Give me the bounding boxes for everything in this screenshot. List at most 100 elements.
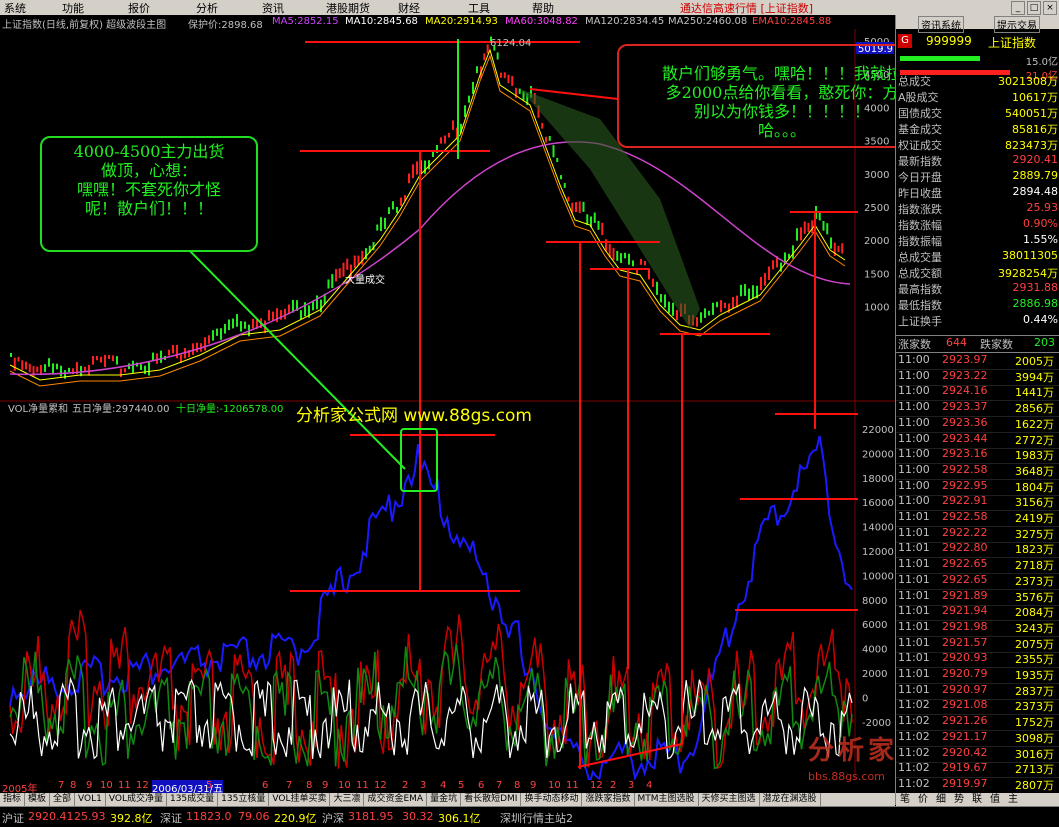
candle: [511, 75, 514, 86]
right-tab[interactable]: 主: [1004, 793, 1022, 806]
date-tick: 6: [262, 780, 269, 791]
tick-time: 11:01: [898, 541, 930, 555]
candle: [25, 361, 27, 370]
candle: [664, 294, 666, 308]
date-tick: 8: [306, 780, 313, 791]
stat-row: 指数振幅 1.55%: [896, 233, 1059, 249]
candle: [724, 302, 726, 309]
candle: [640, 258, 642, 265]
news-system-button[interactable]: 资讯系统: [918, 16, 964, 33]
right-tab[interactable]: 值: [986, 793, 1004, 806]
indicator-tab[interactable]: 指标: [0, 793, 26, 806]
tick-volume: 3648万: [1015, 464, 1054, 478]
stat-label: 总成交额: [898, 267, 942, 280]
date-tick: 12: [374, 780, 387, 791]
candle: [408, 173, 410, 184]
status-message: 深圳行情主站2: [500, 812, 573, 825]
candle: [346, 258, 349, 270]
menu-function[interactable]: 功能: [62, 0, 84, 16]
date-tick: 5: [458, 780, 465, 791]
indicator-tab[interactable]: 量金坑: [427, 793, 462, 806]
indicator-header: 上证指数(日线,前复权) 超级波段主图 保护价:2898.68 MA5:2852…: [0, 15, 895, 31]
right-tab[interactable]: 势: [950, 793, 968, 806]
indicator-tab[interactable]: 看长散短DMI: [461, 793, 522, 806]
indicator-tab[interactable]: 135成交量: [167, 793, 219, 806]
candle: [60, 365, 62, 377]
indicator-tab[interactable]: VOL成交净量: [106, 793, 167, 806]
menu-quote[interactable]: 报价: [128, 0, 150, 16]
stat-value: 2886.98: [1012, 297, 1059, 310]
tick-volume: 1441万: [1015, 386, 1054, 400]
menu-hk-futures[interactable]: 港股期货: [326, 0, 370, 16]
tick-price: 2922.22: [942, 525, 988, 539]
tick-time: 11:00: [898, 462, 930, 476]
minimize-icon[interactable]: _: [1011, 1, 1025, 15]
tick-price: 2922.95: [942, 478, 988, 492]
stat-label: 总成交: [898, 75, 931, 88]
indicator-tab[interactable]: MTM主图选股: [635, 793, 699, 806]
right-tab[interactable]: 笔: [896, 793, 914, 806]
indicator-tab[interactable]: 涨跌家指数: [582, 793, 635, 806]
tick-volume: 1823万: [1015, 543, 1054, 557]
indicator-tab[interactable]: 成交资金EMA: [364, 793, 428, 806]
candle: [744, 284, 746, 296]
tick-price: 2921.89: [942, 588, 988, 602]
right-tab[interactable]: 联: [968, 793, 986, 806]
tick-time: 11:00: [898, 384, 930, 398]
sh-value: 2920.41: [28, 810, 74, 823]
tick-row: 11:00 2923.97 2005万: [896, 353, 1059, 370]
sh-label: 沪证: [2, 812, 24, 825]
ten-day-label: 十日净量:-1206578.00: [176, 402, 283, 415]
candle: [28, 363, 31, 373]
maximize-icon[interactable]: □: [1027, 1, 1041, 15]
right-tab[interactable]: 细: [932, 793, 950, 806]
tick-time: 11:00: [898, 353, 930, 366]
menu-analysis[interactable]: 分析: [196, 0, 218, 16]
tick-row: 11:01 2922.65 2718万: [896, 557, 1059, 575]
y-tick-main: 1500: [864, 269, 889, 280]
note-left-line: 呢！散户们！！！: [84, 199, 213, 218]
y-tick-sub: 0: [862, 693, 868, 704]
indicator-tab[interactable]: 换手动态移动: [521, 793, 583, 806]
tick-volume: 2856万: [1015, 402, 1054, 416]
candle: [656, 281, 658, 295]
indicator-tab[interactable]: 潜龙在渊选股: [760, 793, 821, 806]
tick-price: 2920.79: [942, 667, 988, 680]
stat-label: 上证换手: [898, 315, 942, 328]
indicator-tab[interactable]: VOL挂单买卖: [269, 793, 331, 806]
candle: [100, 356, 102, 363]
menu-system[interactable]: 系统: [4, 0, 26, 16]
trade-tips-button[interactable]: 提示交易: [994, 16, 1040, 33]
advance-decline-row: 涨家数 644 跌家数 203: [896, 335, 1059, 353]
candle: [392, 201, 394, 210]
indicator-tab[interactable]: VOL1: [75, 793, 106, 806]
right-tab[interactable]: 价: [914, 793, 932, 806]
stat-row: 上证换手 0.44%: [896, 313, 1059, 329]
menu-tools[interactable]: 工具: [468, 0, 490, 16]
indicator-tab[interactable]: 模板: [25, 793, 51, 806]
candle: [132, 360, 134, 373]
y-tick-main: 1000: [864, 303, 889, 314]
candle: [620, 253, 622, 264]
tick-row: 11:02 2921.17 3098万: [896, 730, 1059, 747]
candle: [636, 269, 638, 275]
stat-value: 1.55%: [1023, 233, 1058, 246]
indicator-tabs: 指标 模板 全部 VOL1 VOL成交净量 135成交量 135立核量 VOL挂单买卖 大三凛成…: [0, 793, 895, 806]
candle: [652, 278, 654, 287]
big-volume-label: 大量成交: [345, 273, 385, 286]
indicator-tab[interactable]: 大三凛: [330, 793, 365, 806]
indicator-tab[interactable]: 天修买主图选: [699, 793, 760, 806]
indicator-tab[interactable]: 135立核量: [218, 793, 270, 806]
date-tick: 12: [136, 780, 149, 791]
candle: [660, 294, 662, 303]
menu-finance[interactable]: 财经: [398, 0, 420, 16]
tick-time: 11:01: [898, 635, 930, 649]
candle: [388, 207, 390, 215]
indicator-tab[interactable]: 全部: [50, 793, 76, 806]
stat-row: 总成交量 38011305: [896, 249, 1059, 265]
menu-news[interactable]: 资讯: [262, 0, 284, 16]
menu-help[interactable]: 帮助: [532, 0, 554, 16]
y-tick-sub: 10000: [862, 571, 894, 582]
candle: [772, 260, 774, 270]
close-icon[interactable]: ×: [1043, 1, 1057, 15]
